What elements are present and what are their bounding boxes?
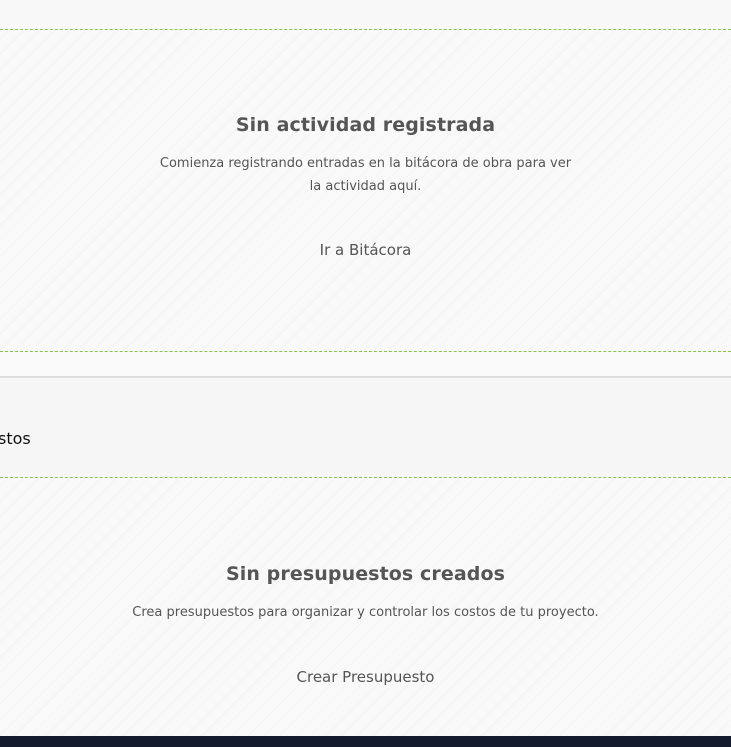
go-to-bitacora-button[interactable]: Ir a Bitácora — [312, 237, 420, 263]
budgets-empty-description: Crea presupuestos para organizar y contr… — [132, 605, 599, 620]
activity-empty-state: Sin actividad registrada Comienza regist… — [0, 29, 731, 352]
create-budget-button[interactable]: Crear Presupuesto — [289, 664, 443, 690]
budgets-empty-state: Sin presupuestos creados Crea presupuest… — [0, 477, 731, 736]
budgets-section-header: uestos — [0, 377, 731, 477]
budgets-section-title: uestos — [0, 429, 31, 448]
footer-bar — [0, 736, 731, 747]
budgets-empty-title: Sin presupuestos creados — [225, 563, 506, 585]
activity-empty-title: Sin actividad registrada — [235, 114, 496, 136]
section-divider — [0, 353, 731, 377]
page: Sin actividad registrada Comienza regist… — [0, 0, 731, 747]
activity-empty-description: Comienza registrando entradas en la bitá… — [159, 156, 572, 194]
